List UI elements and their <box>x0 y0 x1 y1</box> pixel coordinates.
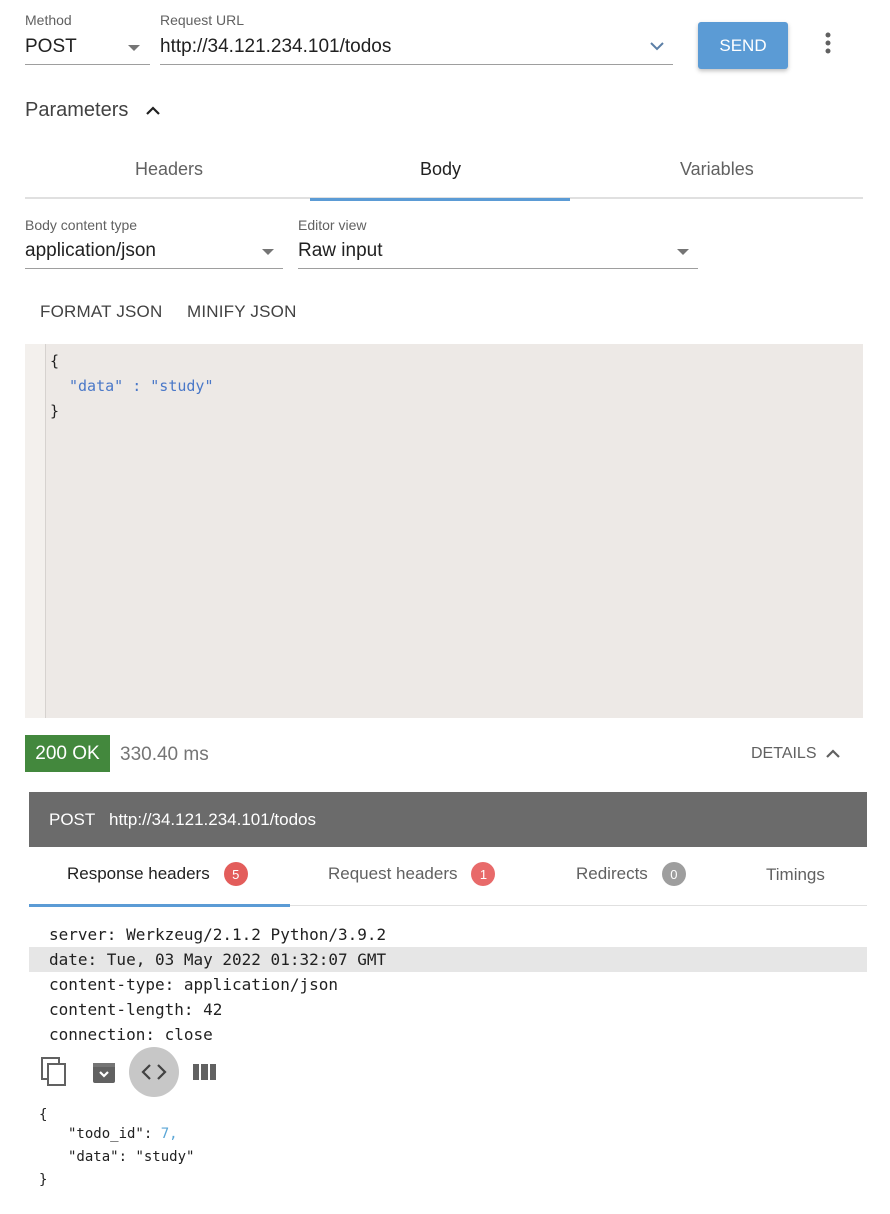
editor-view-dropdown-icon[interactable] <box>677 249 689 255</box>
method-label: Method <box>25 12 72 28</box>
content-type-underline <box>25 268 283 269</box>
url-input[interactable]: http://34.121.234.101/todos <box>160 36 391 58</box>
send-button[interactable]: SEND <box>698 22 788 69</box>
tab-redirects-label: Redirects <box>576 864 648 883</box>
response-line: "todo_id": 7, <box>68 1126 178 1142</box>
response-url: http://34.121.234.101/todos <box>109 810 317 829</box>
tab-redirects[interactable]: Redirects 0 <box>576 862 686 886</box>
response-method: POST <box>49 810 96 829</box>
response-tab-indicator <box>29 904 290 907</box>
tab-request-headers[interactable]: Request headers 1 <box>328 862 496 886</box>
tab-variables[interactable]: Variables <box>680 159 754 180</box>
code-icon[interactable] <box>140 1062 168 1082</box>
request-headers-count: 1 <box>471 862 496 886</box>
response-open-brace: { <box>39 1107 48 1123</box>
copy-icon[interactable] <box>40 1056 68 1088</box>
chevron-up-icon[interactable] <box>824 745 842 761</box>
method-dropdown-icon[interactable] <box>128 45 140 51</box>
url-underline <box>160 64 673 65</box>
response-key: "todo_id" <box>68 1126 144 1142</box>
header-line: content-type: application/json <box>49 975 338 994</box>
body-editor[interactable]: { "data" : "study" } <box>25 344 863 718</box>
editor-value: "study" <box>150 377 214 395</box>
chevron-up-icon[interactable] <box>144 103 162 117</box>
method-underline <box>25 64 150 65</box>
header-line: content-length: 42 <box>49 1000 223 1019</box>
minify-json-button[interactable]: MINIFY JSON <box>187 302 297 322</box>
tab-response-headers[interactable]: Response headers 5 <box>67 862 248 886</box>
status-badge: 200 OK <box>25 735 110 772</box>
more-options-icon[interactable] <box>822 31 834 57</box>
response-value: 7, <box>160 1126 178 1142</box>
tab-active-indicator <box>310 198 570 201</box>
editor-view-select[interactable]: Raw input <box>298 240 383 262</box>
response-headers-count: 5 <box>223 862 248 886</box>
response-close-brace: } <box>39 1172 48 1188</box>
response-time: 330.40 ms <box>120 744 209 765</box>
editor-separator: : <box>123 377 151 395</box>
columns-icon[interactable] <box>192 1062 218 1082</box>
header-line: connection: close <box>49 1025 213 1044</box>
response-key: "data" <box>68 1149 119 1165</box>
editor-view-underline <box>298 268 698 269</box>
header-line: server: Werkzeug/2.1.2 Python/3.9.2 <box>49 925 387 944</box>
method-select[interactable]: POST <box>25 36 77 58</box>
header-line: date: Tue, 03 May 2022 01:32:07 GMT <box>49 950 387 969</box>
response-url-bar: POST http://34.121.234.101/todos <box>29 792 867 847</box>
editor-close-brace: } <box>50 402 60 420</box>
editor-line: "data" : "study" <box>69 377 214 395</box>
response-value: "study" <box>135 1149 195 1165</box>
editor-view-label: Editor view <box>298 217 367 233</box>
tab-body[interactable]: Body <box>420 159 461 180</box>
tab-response-headers-label: Response headers <box>67 864 210 883</box>
details-button[interactable]: DETAILS <box>751 745 817 763</box>
save-file-icon[interactable] <box>91 1059 117 1085</box>
content-type-select[interactable]: application/json <box>25 240 156 262</box>
redirects-count: 0 <box>661 862 686 886</box>
format-json-button[interactable]: FORMAT JSON <box>40 302 162 322</box>
editor-gutter <box>25 344 46 718</box>
content-type-dropdown-icon[interactable] <box>262 249 274 255</box>
editor-open-brace: { <box>50 352 60 370</box>
tab-timings[interactable]: Timings <box>766 865 825 885</box>
editor-key: "data" <box>69 377 124 395</box>
url-label: Request URL <box>160 12 245 28</box>
response-line: "data": "study" <box>68 1149 195 1165</box>
content-type-label: Body content type <box>25 217 138 233</box>
tab-headers[interactable]: Headers <box>135 159 203 180</box>
parameters-title[interactable]: Parameters <box>25 99 128 122</box>
tab-request-headers-label: Request headers <box>328 864 458 883</box>
chevron-down-icon[interactable] <box>648 39 666 53</box>
